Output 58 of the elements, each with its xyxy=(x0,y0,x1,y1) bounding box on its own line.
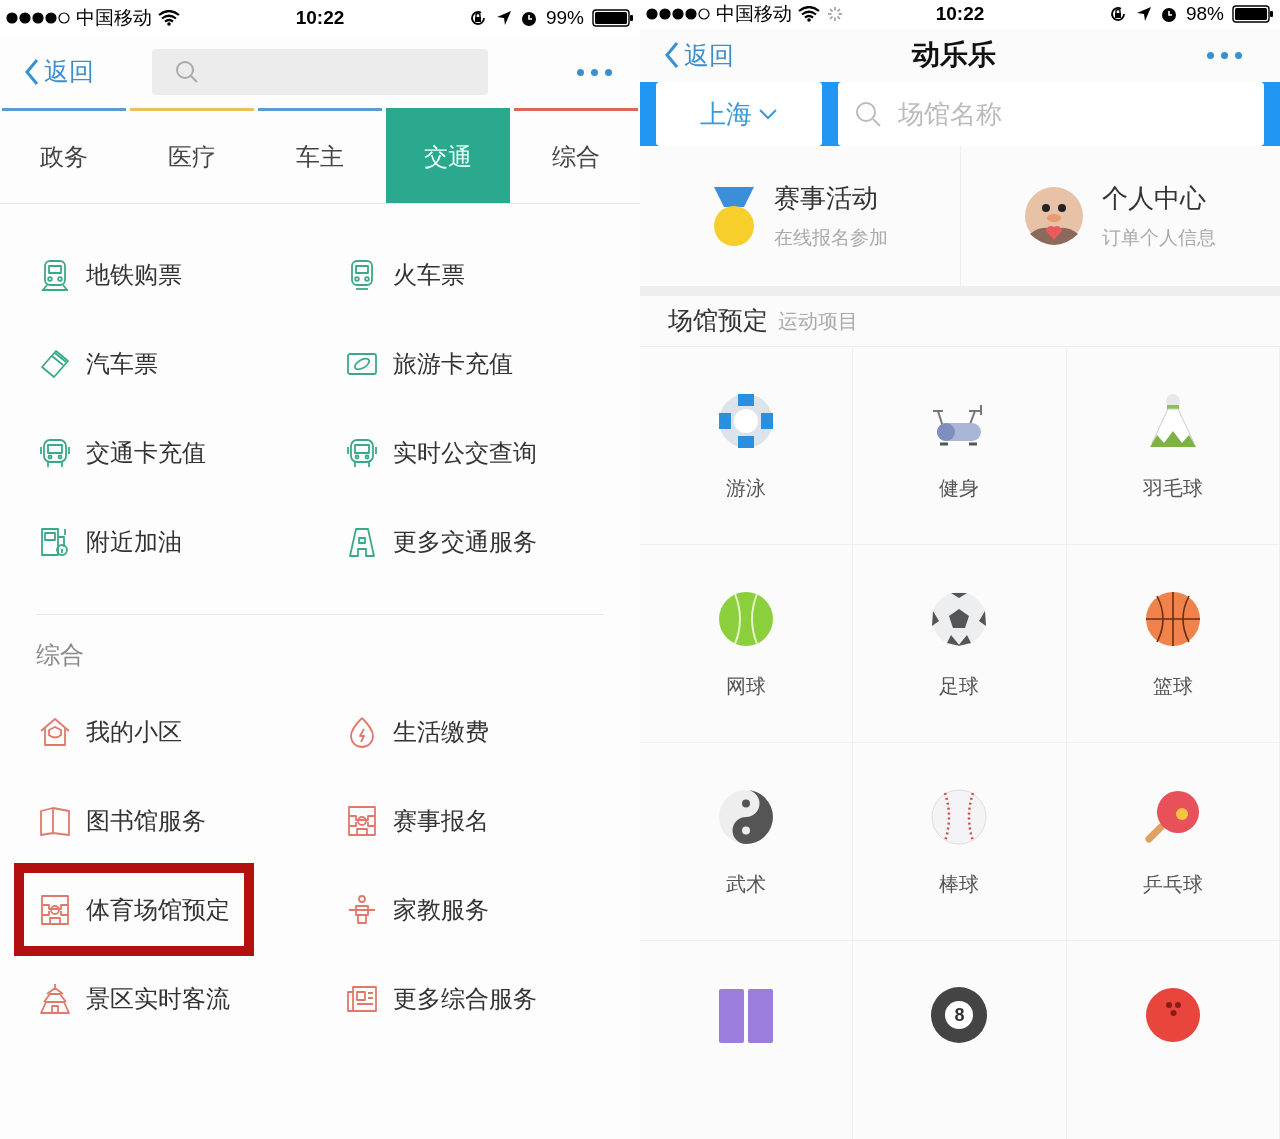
book-icon xyxy=(718,987,775,1043)
category-tab[interactable]: 政务 xyxy=(2,108,126,203)
back-chevron-icon xyxy=(24,58,40,86)
battery-icon xyxy=(592,9,634,27)
sport-tile[interactable]: 游泳 xyxy=(640,347,854,545)
bowling-ball-icon xyxy=(1144,987,1201,1043)
alarm-icon xyxy=(1159,5,1178,24)
search-icon xyxy=(174,59,200,85)
basketball-icon xyxy=(1144,591,1201,647)
battery-percent: 98% xyxy=(1185,2,1224,26)
category-tab[interactable]: 医疗 xyxy=(130,108,254,203)
location-icon xyxy=(495,10,512,26)
alarm-icon xyxy=(519,9,538,27)
feature-title: 赛事活动 xyxy=(773,182,878,216)
location-icon xyxy=(1135,6,1152,23)
carrier-name: 中国移动 xyxy=(716,2,792,26)
section-subtitle: 运动项目 xyxy=(778,309,858,335)
wifi-icon xyxy=(158,10,180,26)
sport-tile[interactable]: 乒乓球 xyxy=(1066,743,1280,941)
venue-search-field[interactable]: 场馆名称 xyxy=(838,82,1264,147)
tennis-ball-icon xyxy=(718,591,775,647)
cartoon-avatar-icon xyxy=(1024,186,1085,247)
signal-icon xyxy=(6,12,70,24)
sport-tile[interactable]: 足球 xyxy=(853,545,1067,743)
sport-tile[interactable]: 棒球 xyxy=(853,743,1067,941)
status-time: 10:22 xyxy=(295,6,345,28)
soccer-ball-icon xyxy=(931,591,988,647)
sport-tile[interactable]: 网球 xyxy=(640,545,854,743)
back-chevron-icon xyxy=(664,41,680,70)
section-title: 场馆预定 xyxy=(668,305,768,337)
search-field[interactable] xyxy=(152,49,488,95)
status-time: 10:22 xyxy=(935,3,985,24)
feature-card[interactable]: 个人中心 订单个人信息 xyxy=(960,146,1280,287)
signal-icon xyxy=(646,8,710,21)
service-item[interactable]: 体育场馆预定 xyxy=(14,863,254,956)
loading-icon xyxy=(826,5,844,24)
baseball-icon xyxy=(931,789,988,845)
search-icon xyxy=(854,100,882,129)
ping-pong-paddle-icon xyxy=(1144,789,1201,845)
section-title: 综合 xyxy=(36,640,85,670)
feature-subtitle: 在线报名参加 xyxy=(773,226,888,251)
carrier-name: 中国移动 xyxy=(76,5,152,30)
feature-card[interactable]: 赛事活动 在线报名参加 xyxy=(640,146,961,287)
sport-tile[interactable]: 羽毛球 xyxy=(1066,347,1280,545)
sport-tile[interactable]: 健身 xyxy=(853,347,1067,545)
battery-icon xyxy=(1232,5,1274,24)
feature-subtitle: 订单个人信息 xyxy=(1102,226,1217,251)
sport-tile[interactable]: 篮球 xyxy=(1066,545,1280,743)
category-tab[interactable]: 车主 xyxy=(258,108,382,203)
page-title: 动乐乐 xyxy=(912,39,996,71)
sport-tile[interactable]: 武术 xyxy=(640,743,854,941)
battery-percent: 99% xyxy=(545,5,584,30)
chevron-down-icon xyxy=(758,108,778,121)
life-ring-icon xyxy=(718,393,775,449)
feature-title: 个人中心 xyxy=(1102,182,1207,216)
wifi-icon xyxy=(798,6,820,23)
yin-yang-icon xyxy=(718,789,775,845)
medal-icon xyxy=(711,185,756,248)
